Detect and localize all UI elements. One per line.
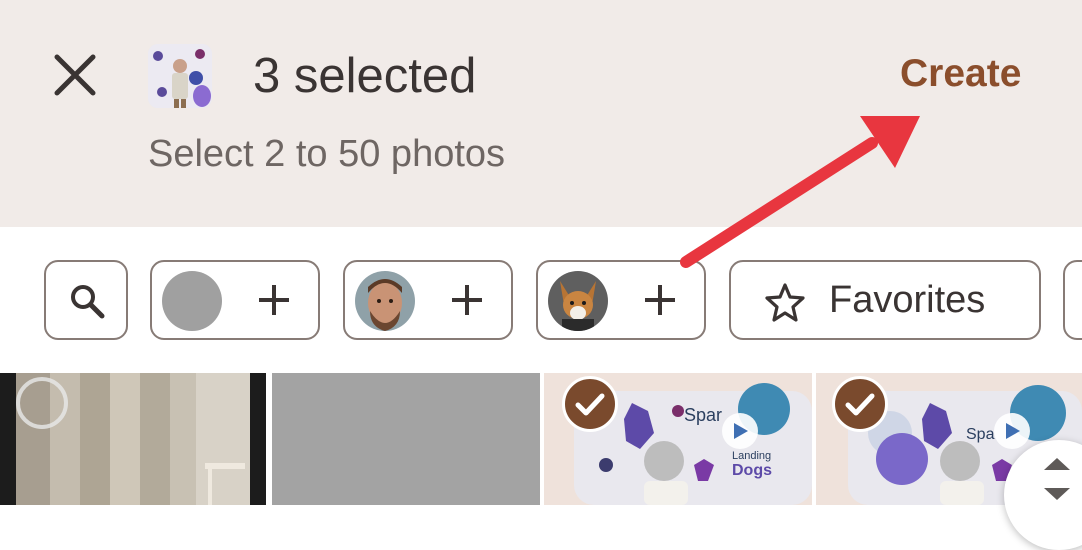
more-chip[interactable] xyxy=(1063,260,1082,340)
photo-tile-kid-1[interactable]: Spar Landing Dogs xyxy=(544,373,812,505)
photo-tile-placeholder[interactable] xyxy=(272,373,540,505)
search-icon xyxy=(71,285,105,319)
photo-grid: Spar Landing Dogs Spa xyxy=(0,373,1082,505)
person-chip-gray[interactable] xyxy=(150,260,320,340)
avatar xyxy=(355,271,415,331)
pet-chip-dog[interactable] xyxy=(536,260,706,340)
check-icon xyxy=(575,393,605,416)
create-button[interactable]: Create xyxy=(900,52,1021,96)
filter-chip-row: Favorites xyxy=(0,227,1082,373)
search-chip[interactable] xyxy=(44,260,128,340)
close-button[interactable] xyxy=(52,52,98,98)
close-icon xyxy=(54,54,96,96)
favorites-label: Favorites xyxy=(829,279,986,321)
photo-tile-room[interactable] xyxy=(0,373,266,505)
star-icon xyxy=(765,283,805,322)
avatar xyxy=(548,271,608,331)
avatar xyxy=(162,271,222,331)
selected-checkmark[interactable] xyxy=(832,376,888,432)
scroll-arrows-icon xyxy=(1044,458,1070,500)
svg-text:Spar: Spar xyxy=(684,405,722,425)
check-icon xyxy=(845,393,875,416)
selection-count-title: 3 selected xyxy=(253,49,477,103)
selected-checkmark[interactable] xyxy=(562,376,618,432)
svg-text:Landing: Landing xyxy=(732,450,771,462)
selection-header: 3 selected Create Select 2 to 50 photos xyxy=(0,0,1082,227)
plus-icon xyxy=(645,285,675,315)
svg-text:Spa: Spa xyxy=(966,426,995,443)
favorites-chip[interactable]: Favorites xyxy=(729,260,1041,340)
selection-thumbnail xyxy=(148,44,212,108)
svg-text:Dogs: Dogs xyxy=(732,462,772,479)
plus-icon xyxy=(452,285,482,315)
plus-icon xyxy=(259,285,289,315)
selection-hint: Select 2 to 50 photos xyxy=(148,133,506,175)
person-chip-man[interactable] xyxy=(343,260,513,340)
